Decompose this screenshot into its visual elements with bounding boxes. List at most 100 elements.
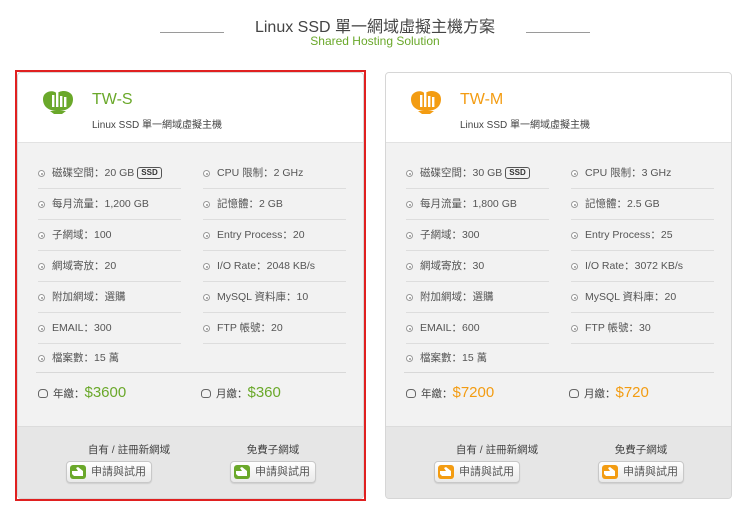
bullet-icon: [406, 201, 413, 208]
bullet-icon: [406, 325, 413, 332]
apply-free-subdomain-button[interactable]: 申請與試用: [230, 461, 316, 483]
spec-file-count: 檔案數：15 萬: [406, 343, 549, 374]
bullet-icon: [571, 201, 578, 208]
apply-own-domain-button[interactable]: 申請與試用: [434, 461, 520, 483]
spec-ftp-text: FTP 帳號：20: [217, 322, 283, 334]
bullet-icon: [38, 170, 45, 177]
apply-free-subdomain-button[interactable]: 申請與試用: [598, 461, 684, 483]
own-domain-label: 自有 / 註冊新網域: [87, 444, 171, 456]
plan-card-footer: 自有 / 註冊新網域 免費子網域 申請與試用 申請與試用: [18, 426, 363, 498]
spec-parked-domain: 網域寄放：30: [406, 251, 549, 282]
bullet-icon: [406, 355, 413, 362]
bullet-icon: [38, 232, 45, 239]
bullet-icon: [203, 325, 210, 332]
spec-entry-process: Entry Process：25: [571, 220, 714, 251]
spec-disk-space: 磁碟空間：20 GB SSD: [38, 158, 181, 189]
spec-memory-text: 記憶體：2 GB: [217, 198, 283, 210]
spec-ftp: FTP 帳號：20: [203, 313, 346, 344]
pointing-hand-icon: [234, 465, 250, 479]
plan-name: TW-S: [92, 91, 133, 108]
spec-email-text: EMAIL：300: [52, 322, 112, 334]
ssd-badge: SSD: [137, 167, 162, 179]
monthly-price: 月繳：$360: [201, 373, 281, 413]
ssd-badge: SSD: [505, 167, 530, 179]
spec-traffic: 每月流量：1,800 GB: [406, 189, 549, 220]
spec-io-rate-text: I/O Rate：2048 KB/s: [217, 260, 316, 272]
spec-io-rate: I/O Rate：2048 KB/s: [203, 251, 346, 282]
pointing-hand-icon: [438, 465, 454, 479]
bullet-icon: [38, 201, 45, 208]
spec-email-text: EMAIL：600: [420, 322, 480, 334]
page-subtitle: Shared Hosting Solution: [310, 34, 440, 48]
spec-addon-domain: 附加網域：選購: [406, 282, 549, 313]
piggy-bank-icon: [569, 389, 579, 398]
bullet-icon: [406, 232, 413, 239]
monthly-amount: $720: [615, 384, 649, 401]
spec-parked-domain: 網域寄放：20: [38, 251, 181, 282]
spec-parked-text: 網域寄放：30: [420, 260, 485, 272]
yearly-label: 年繳：: [421, 388, 453, 400]
plan-card-tw-m: TW-M Linux SSD 單一網域虛擬主機 磁碟空間：30 GB SSD CP…: [385, 72, 732, 499]
spec-io-rate: I/O Rate：3072 KB/s: [571, 251, 714, 282]
bullet-icon: [203, 232, 210, 239]
spec-entry-process-text: Entry Process：25: [585, 229, 673, 241]
spec-mysql: MySQL 資料庫：20: [571, 282, 714, 313]
bullet-icon: [406, 263, 413, 270]
server-logo-icon: [411, 91, 441, 114]
page-header: Linux SSD 單一網域虛擬主機方案 Shared Hosting Solu…: [0, 0, 750, 60]
spec-file-count: 檔案數：15 萬: [38, 343, 181, 374]
spec-addon-text: 附加網域：選購: [52, 291, 126, 303]
spec-memory-text: 記憶體：2.5 GB: [585, 198, 660, 210]
spec-entry-process-text: Entry Process：20: [217, 229, 305, 241]
plan-card-footer: 自有 / 註冊新網域 免費子網域 申請與試用 申請與試用: [386, 426, 731, 498]
spec-addon-domain: 附加網域：選購: [38, 282, 181, 313]
piggy-bank-icon: [201, 389, 211, 398]
bullet-icon: [38, 294, 45, 301]
plan-name: TW-M: [460, 91, 504, 108]
plan-description: Linux SSD 單一網域虛擬主機: [460, 120, 591, 131]
piggy-bank-icon: [38, 389, 48, 398]
bullet-icon: [38, 263, 45, 270]
spec-mysql-text: MySQL 資料庫：10: [217, 291, 309, 303]
free-subdomain-label: 免費子網域: [246, 444, 300, 456]
server-logo-icon: [43, 91, 73, 114]
bullet-icon: [406, 294, 413, 301]
plan-description: Linux SSD 單一網域虛擬主機: [92, 120, 223, 131]
monthly-amount: $360: [247, 384, 281, 401]
spec-cpu: CPU 限制：3 GHz: [571, 158, 714, 189]
yearly-amount: $7200: [452, 384, 495, 401]
spec-disk-text: 磁碟空間：30 GB: [420, 167, 503, 179]
plan-card-header: TW-S Linux SSD 單一網域虛擬主機: [18, 73, 363, 143]
monthly-price: 月繳：$720: [569, 373, 649, 413]
spec-traffic-text: 每月流量：1,200 GB: [52, 198, 149, 210]
plan-card-header: TW-M Linux SSD 單一網域虛擬主機: [386, 73, 731, 143]
monthly-label: 月繳：: [584, 388, 616, 400]
spec-disk-text: 磁碟空間：20 GB: [52, 167, 135, 179]
spec-disk-space: 磁碟空間：30 GB SSD: [406, 158, 549, 189]
spec-io-rate-text: I/O Rate：3072 KB/s: [585, 260, 684, 272]
spec-mysql: MySQL 資料庫：10: [203, 282, 346, 313]
spec-cpu: CPU 限制：2 GHz: [203, 158, 346, 189]
bullet-icon: [571, 232, 578, 239]
yearly-price: 年繳：$3600: [38, 373, 126, 413]
apply-button-label: 申請與試用: [623, 466, 678, 478]
yearly-label: 年繳：: [53, 388, 85, 400]
bullet-icon: [571, 325, 578, 332]
bullet-icon: [571, 263, 578, 270]
pointing-hand-icon: [602, 465, 618, 479]
spec-ftp-text: FTP 帳號：30: [585, 322, 651, 334]
bullet-icon: [38, 325, 45, 332]
plan-card-tw-s: TW-S Linux SSD 單一網域虛擬主機 磁碟空間：20 GB SSD CP…: [17, 72, 364, 499]
spec-traffic-text: 每月流量：1,800 GB: [420, 198, 517, 210]
bullet-icon: [571, 170, 578, 177]
spec-entry-process: Entry Process：20: [203, 220, 346, 251]
spec-traffic: 每月流量：1,200 GB: [38, 189, 181, 220]
yearly-amount: $3600: [84, 384, 127, 401]
own-domain-label: 自有 / 註冊新網域: [455, 444, 539, 456]
apply-button-label: 申請與試用: [255, 466, 310, 478]
bullet-icon: [406, 170, 413, 177]
spec-files-text: 檔案數：15 萬: [420, 352, 488, 364]
apply-own-domain-button[interactable]: 申請與試用: [66, 461, 152, 483]
spec-email: EMAIL：600: [406, 313, 549, 344]
piggy-bank-icon: [406, 389, 416, 398]
